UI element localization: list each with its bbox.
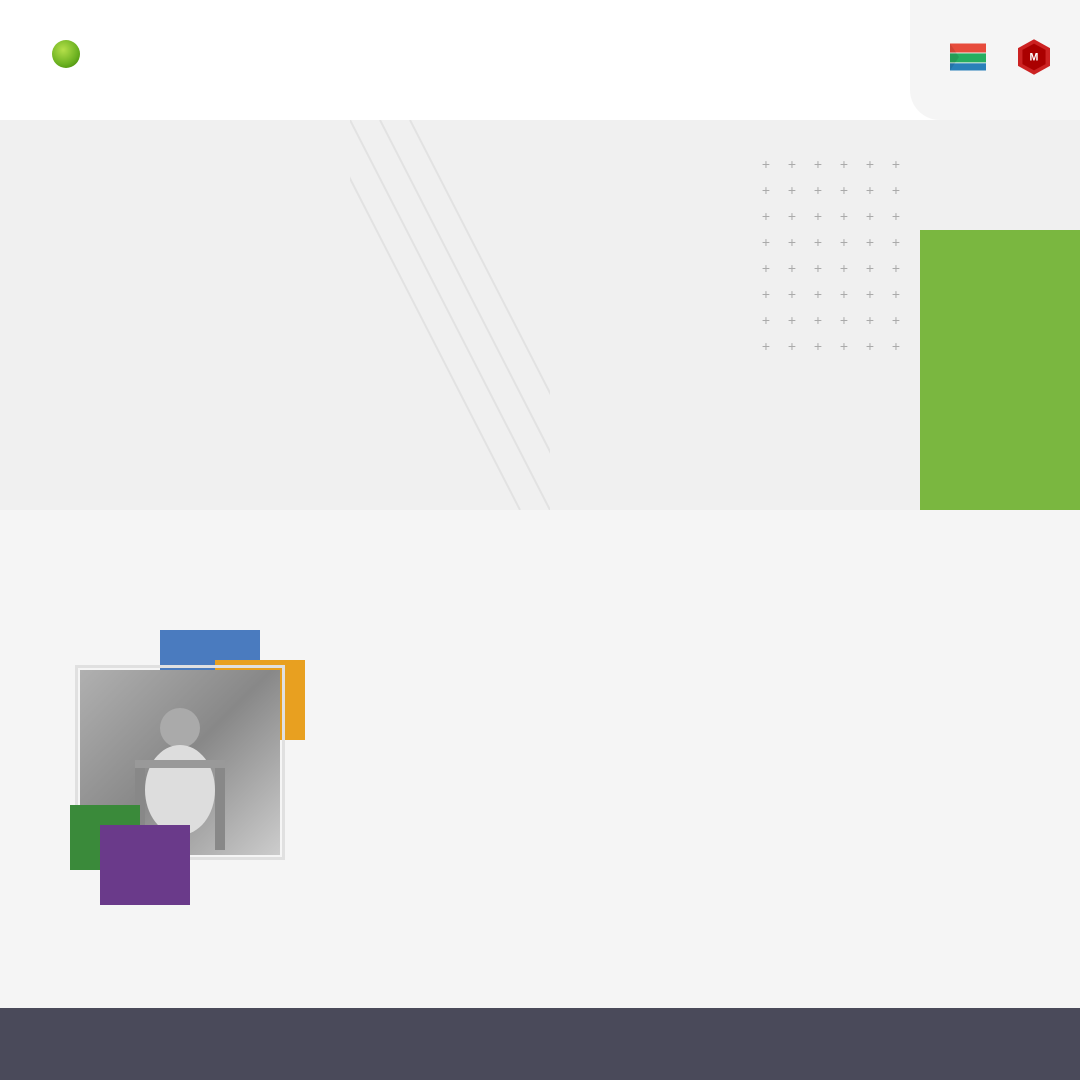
- top-section: // Generate dots const dotsContainer = d…: [0, 120, 1080, 510]
- footer: [0, 1008, 1080, 1080]
- dot-item: +: [866, 160, 874, 168]
- dot-item: +: [840, 290, 848, 298]
- dot-item: +: [814, 160, 822, 168]
- carbonite-logo: [40, 46, 90, 74]
- dot-item: +: [892, 264, 900, 272]
- section-heading: [50, 540, 1030, 586]
- dot-item: +: [762, 212, 770, 220]
- carbonite-dot-icon: [52, 40, 80, 68]
- dot-item: +: [866, 212, 874, 220]
- dot-item: +: [788, 264, 796, 272]
- diagonal-lines-decoration: [350, 120, 550, 510]
- big-365-display: [920, 230, 1080, 510]
- dot-item: +: [840, 316, 848, 324]
- dot-item: +: [762, 238, 770, 246]
- dot-item: +: [840, 160, 848, 168]
- dot-item: +: [788, 342, 796, 350]
- dot-item: +: [892, 290, 900, 298]
- illus-purple-box: [100, 825, 190, 905]
- dot-item: +: [762, 264, 770, 272]
- content-row: [50, 620, 1030, 988]
- illustration: [50, 620, 350, 920]
- dot-item: +: [840, 186, 848, 194]
- dot-item: +: [866, 342, 874, 350]
- dot-item: +: [866, 264, 874, 272]
- bottom-section: [0, 510, 1080, 1008]
- dot-item: +: [814, 316, 822, 324]
- dot-item: +: [762, 342, 770, 350]
- dot-item: +: [866, 290, 874, 298]
- dot-item: +: [788, 186, 796, 194]
- dot-item: +: [892, 160, 900, 168]
- page-container: M // Generate dots const dotsContainer =…: [0, 0, 1080, 1080]
- dot-item: +: [814, 264, 822, 272]
- dot-item: +: [762, 160, 770, 168]
- dot-item: +: [788, 238, 796, 246]
- dot-item: +: [814, 290, 822, 298]
- header: M: [0, 0, 1080, 120]
- dot-item: +: [814, 212, 822, 220]
- dot-item: +: [892, 342, 900, 350]
- synnex-logos: M: [950, 39, 1050, 75]
- dot-item: +: [866, 186, 874, 194]
- dot-item: +: [892, 238, 900, 246]
- metrodata-icon: M: [1018, 39, 1050, 75]
- synnex-icon: [950, 43, 986, 71]
- dot-item: +: [840, 264, 848, 272]
- dot-item: +: [788, 212, 796, 220]
- dot-item: +: [892, 212, 900, 220]
- dot-item: +: [814, 186, 822, 194]
- dot-item: +: [866, 316, 874, 324]
- dot-item: +: [840, 238, 848, 246]
- dot-item: +: [762, 186, 770, 194]
- dot-item: +: [788, 160, 796, 168]
- dot-item: +: [762, 290, 770, 298]
- dot-item: +: [788, 316, 796, 324]
- dot-item: +: [840, 342, 848, 350]
- svg-text:M: M: [1030, 52, 1039, 64]
- dot-item: +: [892, 316, 900, 324]
- dot-item: +: [840, 212, 848, 220]
- number-5-box: [920, 230, 1080, 510]
- dot-item: +: [762, 316, 770, 324]
- dot-item: +: [892, 186, 900, 194]
- dot-item: +: [814, 342, 822, 350]
- dot-item: +: [814, 238, 822, 246]
- dots-pattern-decoration: // Generate dots const dotsContainer = d…: [762, 160, 910, 360]
- header-right-panel: M: [910, 0, 1080, 120]
- dot-item: +: [788, 290, 796, 298]
- dot-item: +: [866, 238, 874, 246]
